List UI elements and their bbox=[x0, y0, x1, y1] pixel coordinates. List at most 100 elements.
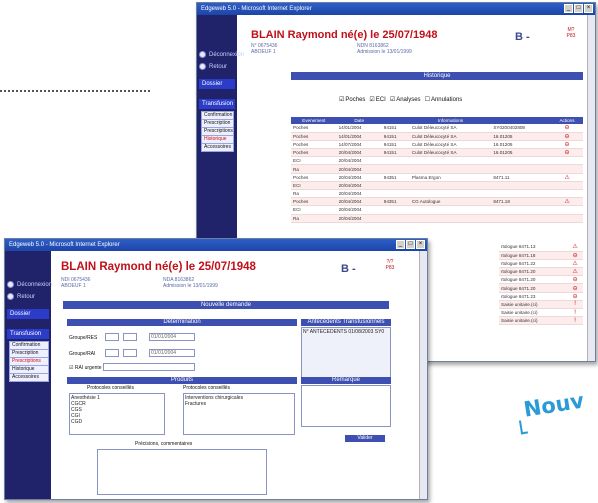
table-row[interactable]: Poches 20/04/2004 94151 Culot Déleucocyté S… bbox=[291, 148, 583, 158]
cell-action[interactable] bbox=[551, 156, 583, 166]
cell-info: Culot Déleucocyté SA bbox=[409, 132, 492, 141]
col-right-title: Protocoles conseillés bbox=[183, 385, 230, 391]
nav-deconnexion[interactable]: Déconnexion bbox=[199, 51, 244, 58]
table-row[interactable]: rtologue 8471.18 ⊖ bbox=[499, 251, 583, 260]
nouv-heading: Nouv bbox=[522, 388, 586, 422]
filter-annulations[interactable]: Annulations bbox=[425, 96, 462, 103]
maximize-button[interactable]: □ bbox=[574, 4, 583, 13]
cell-event: Poches bbox=[291, 173, 337, 182]
cell-action[interactable]: ⊖ bbox=[567, 251, 583, 260]
cell-action[interactable]: ⊖ bbox=[567, 283, 583, 293]
groupe-rai-date[interactable]: 01/01/2004 bbox=[149, 349, 195, 357]
table-row[interactable]: Poches 14/01/2004 94151 Culot Déleucocyté S… bbox=[291, 132, 583, 141]
table-row[interactable]: Saisie unitaire.(ci)! bbox=[499, 300, 583, 310]
sidebar-item-accessoires[interactable]: Accessoires bbox=[201, 143, 234, 152]
close-button[interactable]: × bbox=[416, 240, 425, 249]
table-row[interactable]: Ra 20/04/2004 bbox=[291, 164, 583, 174]
table-row[interactable]: Saisie unitaire.(ci)! bbox=[499, 308, 583, 318]
remarque-textarea[interactable] bbox=[301, 385, 391, 427]
nav-retour[interactable]: Retour bbox=[199, 63, 227, 70]
header-info-mid: NDN 8163862 Admission le 13/01/1999 bbox=[357, 43, 412, 55]
protocoles-list-right[interactable]: Interventions chirurgicales Fractures bbox=[183, 393, 295, 435]
minimize-button[interactable]: _ bbox=[396, 240, 405, 249]
cell-action[interactable] bbox=[551, 205, 583, 215]
sidebar-transfusion[interactable]: Transfusion bbox=[7, 329, 49, 339]
sidebar-dossier[interactable]: Dossier bbox=[199, 79, 235, 89]
commentaires-textarea[interactable] bbox=[97, 449, 267, 495]
dotted-leader-line bbox=[0, 90, 150, 92]
list-item[interactable]: CGD bbox=[71, 419, 163, 425]
cell-date: 14/01/2004 bbox=[336, 132, 382, 141]
groupe-res-date[interactable]: 01/01/2004 bbox=[149, 333, 195, 341]
cell-code: 94351 bbox=[381, 173, 410, 182]
groupe-res-count[interactable] bbox=[105, 333, 119, 341]
cell-action[interactable]: ⚠ bbox=[567, 267, 583, 277]
table-row[interactable]: Poches 14/01/2004 94151 Culot Déleucocyté S… bbox=[291, 124, 583, 133]
cell-action[interactable] bbox=[551, 189, 583, 199]
close-button[interactable]: × bbox=[584, 4, 593, 13]
front-window-scrollbar[interactable] bbox=[419, 251, 427, 499]
table-row[interactable]: rtologue 8471.23 ⊖ bbox=[499, 292, 583, 301]
groupe-res-select[interactable] bbox=[123, 333, 137, 341]
cell-action[interactable] bbox=[551, 214, 583, 223]
table-row[interactable]: ECI 20/04/2004 bbox=[291, 205, 583, 215]
table-row[interactable]: Poches 14/07/2004 94151 Culot Déleucocyté S… bbox=[291, 140, 583, 150]
table-row[interactable]: rtologue 8471.20 ⚠ bbox=[499, 267, 583, 277]
maximize-button[interactable]: □ bbox=[406, 240, 415, 249]
table-row[interactable]: ECI 20/04/2004 bbox=[291, 156, 583, 166]
protocoles-list-left[interactable]: Anesthésie 1 CGCR CGS CGI CGD bbox=[69, 393, 165, 435]
validate-button[interactable]: Valider bbox=[345, 435, 385, 442]
cell-action[interactable]: ⊖ bbox=[567, 292, 583, 301]
cell-action[interactable]: ⊖ bbox=[551, 124, 583, 133]
cell-action[interactable]: ⊖ bbox=[567, 275, 583, 285]
list-item[interactable]: Fractures bbox=[185, 401, 293, 407]
rai-urgente-field[interactable] bbox=[103, 363, 195, 371]
table-row[interactable]: rtologue 8471.22 ⚠ bbox=[499, 259, 583, 269]
header-status-red: M? P83 bbox=[566, 27, 576, 39]
cell-event: ECI bbox=[291, 181, 337, 191]
sidebar-item-accessoires[interactable]: Accessoires bbox=[9, 373, 49, 382]
table-row[interactable]: ECI 20/04/2004 bbox=[291, 181, 583, 191]
table-row[interactable]: rtologue 8471.13 ⚠ bbox=[499, 243, 583, 252]
nav-deconnexion[interactable]: Déconnexion bbox=[7, 281, 52, 288]
groupe-rai-count[interactable] bbox=[105, 349, 119, 357]
cell-action[interactable] bbox=[551, 164, 583, 174]
sidebar-dossier[interactable]: Dossier bbox=[7, 309, 49, 319]
cell-ref: 16.01205 bbox=[491, 132, 552, 141]
cell-ref: 8471.18 bbox=[491, 197, 552, 207]
cell-event: Ra bbox=[291, 214, 337, 223]
cell-action[interactable]: ⚠ bbox=[551, 173, 583, 182]
cell-action[interactable]: ⊖ bbox=[551, 148, 583, 158]
nav-retour[interactable]: Retour bbox=[7, 293, 35, 300]
filter-poches[interactable]: Poches bbox=[339, 96, 365, 103]
cell-action[interactable] bbox=[551, 181, 583, 191]
cell-action[interactable]: ⚠ bbox=[551, 197, 583, 207]
table-row[interactable]: rtologue 8471.20 ⊖ bbox=[499, 275, 583, 285]
minimize-button[interactable]: _ bbox=[564, 4, 573, 13]
rai-urgente-checkbox[interactable]: ☑ RAI urgente bbox=[69, 365, 102, 371]
table-row[interactable]: Ra 20/04/2004 bbox=[291, 214, 583, 223]
sidebar-transfusion[interactable]: Transfusion bbox=[199, 99, 235, 109]
cell-action[interactable]: ! bbox=[567, 316, 583, 326]
cell-action[interactable]: ! bbox=[567, 300, 583, 310]
table-row[interactable]: rtologue 8471.20 ⊖ bbox=[499, 283, 583, 293]
cell-action[interactable]: ! bbox=[567, 308, 583, 318]
back-window-scrollbar[interactable] bbox=[587, 15, 595, 361]
logout-icon bbox=[199, 51, 206, 58]
cell-action[interactable]: ⊖ bbox=[551, 132, 583, 141]
cell-ref: 8471.11 bbox=[491, 173, 552, 182]
back-icon bbox=[7, 293, 14, 300]
table-row[interactable]: Ra 20/04/2004 bbox=[291, 189, 583, 199]
table-row[interactable]: Saisie unitaire.(ci)! bbox=[499, 316, 583, 326]
cell-action[interactable]: ⚠ bbox=[567, 259, 583, 269]
groupe-res-label: Groupe/RES bbox=[69, 335, 98, 341]
table-header: Evenement Date Informations Actions bbox=[291, 117, 583, 124]
cell-code: 94151 bbox=[381, 140, 410, 150]
filter-eci[interactable]: ECI bbox=[369, 96, 386, 103]
cell-action[interactable]: ⚠ bbox=[567, 243, 583, 252]
groupe-rai-select[interactable] bbox=[123, 349, 137, 357]
filter-analyses[interactable]: Analyses bbox=[390, 96, 420, 103]
table-row[interactable]: Poches 20/04/2004 94351 CG Autologue 8471.18… bbox=[291, 197, 583, 207]
cell-action[interactable]: ⊖ bbox=[551, 140, 583, 150]
table-row[interactable]: Poches 20/04/2004 94351 Plasma Ergon 8471.11… bbox=[291, 173, 583, 182]
